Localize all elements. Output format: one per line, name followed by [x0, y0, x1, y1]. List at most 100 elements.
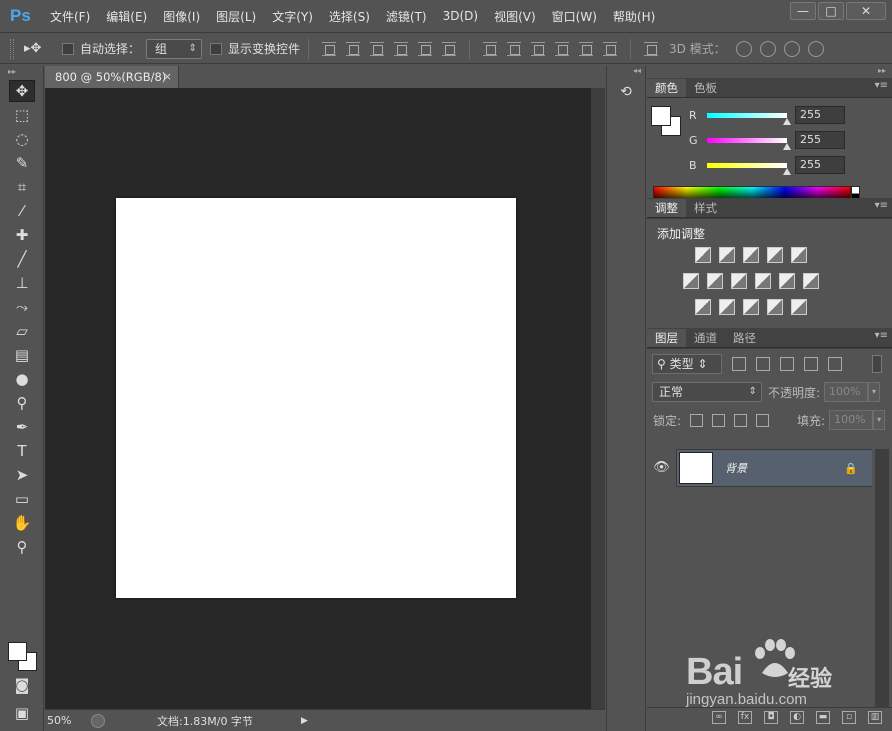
menu-window[interactable]: 窗口(W) [552, 8, 597, 25]
eye-icon[interactable]: 👁 [647, 449, 677, 487]
blur-tool-icon[interactable]: ● [9, 368, 35, 390]
fill-dropdown-icon[interactable]: ▾ [873, 410, 886, 430]
distribute-bottom-icon[interactable] [531, 41, 546, 56]
brightness-contrast-icon[interactable] [695, 247, 711, 263]
panel-menu-icon[interactable]: ▾≡ [875, 200, 888, 211]
vertical-scrollbar[interactable] [591, 88, 605, 709]
eraser-tool-icon[interactable]: ▱ [9, 320, 35, 342]
hand-tool-icon[interactable]: ✋ [9, 512, 35, 534]
link-layers-icon[interactable]: ∞ [712, 711, 726, 724]
filter-adjustment-icon[interactable] [756, 357, 770, 371]
lock-transparent-icon[interactable] [690, 413, 704, 427]
foreground-color-swatch[interactable] [8, 642, 27, 661]
history-panel-icon[interactable]: ⟲ [613, 84, 639, 108]
menu-select[interactable]: 选择(S) [329, 8, 370, 25]
distribute-left-icon[interactable] [555, 41, 570, 56]
invert-icon[interactable] [695, 299, 711, 315]
levels-icon[interactable] [719, 247, 735, 263]
new-adjustment-layer-icon[interactable]: ◐ [790, 711, 804, 724]
layer-thumbnail[interactable] [679, 452, 713, 484]
options-bar-grip[interactable] [10, 38, 14, 59]
dock-collapse-icon[interactable]: ◂◂ [607, 66, 645, 78]
document-tab[interactable]: 800 @ 50%(RGB/8) × [45, 66, 179, 88]
green-value-field[interactable]: 255 [795, 131, 845, 149]
black-white-icon[interactable] [731, 273, 747, 289]
eyedropper-tool-icon[interactable]: ⁄ [9, 200, 35, 222]
auto-select-dropdown[interactable]: 组 [146, 38, 203, 59]
opacity-field[interactable]: 100% [824, 382, 869, 402]
minimize-button[interactable]: — [790, 2, 816, 20]
layer-name[interactable]: 背景 [725, 460, 844, 476]
close-button[interactable]: ✕ [846, 2, 886, 20]
maximize-button[interactable]: □ [818, 2, 844, 20]
lock-position-icon[interactable] [734, 413, 748, 427]
menu-help[interactable]: 帮助(H) [613, 8, 655, 25]
threshold-icon[interactable] [743, 299, 759, 315]
canvas[interactable] [116, 198, 516, 598]
layer-row[interactable]: 👁 背景 🔒 [647, 449, 872, 487]
green-slider[interactable] [707, 137, 791, 150]
zoom-level[interactable]: 50% [47, 714, 91, 727]
dodge-tool-icon[interactable]: ⚲ [9, 392, 35, 414]
menu-layer[interactable]: 图层(L) [216, 8, 256, 25]
quick-mask-icon[interactable]: ◙ [9, 674, 35, 696]
panel-menu-icon[interactable]: ▾≡ [875, 80, 888, 91]
layer-filter-dropdown[interactable]: ⚲ 类型 ⇕ [652, 354, 722, 374]
blend-mode-dropdown[interactable]: 正常 [652, 382, 762, 402]
menu-image[interactable]: 图像(I) [163, 8, 200, 25]
menu-filter[interactable]: 滤镜(T) [386, 8, 427, 25]
tab-swatches[interactable]: 色板 [686, 79, 725, 97]
show-transform-checkbox[interactable] [210, 42, 223, 55]
posterize-icon[interactable] [719, 299, 735, 315]
tab-paths[interactable]: 路径 [725, 329, 764, 347]
align-right-icon[interactable] [442, 41, 457, 56]
tab-styles[interactable]: 样式 [686, 199, 725, 217]
align-left-icon[interactable] [394, 41, 409, 56]
filter-pixel-icon[interactable] [732, 357, 746, 371]
3d-drag-icon[interactable] [783, 40, 800, 57]
panel-menu-icon[interactable]: ▾≡ [875, 330, 888, 341]
red-slider-thumb[interactable] [783, 117, 791, 125]
lock-all-icon[interactable] [756, 413, 770, 427]
menu-3d[interactable]: 3D(D) [443, 9, 478, 23]
auto-align-icon[interactable] [644, 41, 659, 56]
selective-color-icon[interactable] [767, 299, 783, 315]
distribute-top-icon[interactable] [483, 41, 498, 56]
green-slider-thumb[interactable] [783, 142, 791, 150]
align-hcenter-icon[interactable] [418, 41, 433, 56]
hue-saturation-icon[interactable] [683, 273, 699, 289]
opacity-dropdown-icon[interactable]: ▾ [868, 382, 881, 402]
move-tool-preset-icon[interactable]: ▸✥ [24, 39, 54, 59]
menu-type[interactable]: 文字(Y) [272, 8, 313, 25]
close-document-icon[interactable]: × [163, 66, 172, 88]
filter-shape-icon[interactable] [804, 357, 818, 371]
lock-image-icon[interactable] [712, 413, 726, 427]
clone-stamp-tool-icon[interactable]: ⊥ [9, 272, 35, 294]
type-tool-icon[interactable]: T [9, 440, 35, 462]
filter-type-icon[interactable] [780, 357, 794, 371]
vibrance-icon[interactable] [791, 247, 807, 263]
3d-rotate-icon[interactable] [735, 40, 752, 57]
pen-tool-icon[interactable]: ✒ [9, 416, 35, 438]
delete-layer-icon[interactable]: ▥ [868, 711, 882, 724]
marquee-tool-icon[interactable]: ⬚ [9, 104, 35, 126]
path-selection-tool-icon[interactable]: ➤ [9, 464, 35, 486]
3d-roll-icon[interactable] [759, 40, 776, 57]
rectangle-tool-icon[interactable]: ▭ [9, 488, 35, 510]
align-top-icon[interactable] [322, 41, 337, 56]
curves-icon[interactable] [743, 247, 759, 263]
blue-slider[interactable] [707, 162, 791, 175]
new-group-icon[interactable]: ▬ [816, 711, 830, 724]
filter-smart-object-icon[interactable] [828, 357, 842, 371]
gradient-tool-icon[interactable]: ▤ [9, 344, 35, 366]
history-brush-tool-icon[interactable]: ⤳ [9, 296, 35, 318]
blue-slider-thumb[interactable] [783, 167, 791, 175]
blue-value-field[interactable]: 255 [795, 156, 845, 174]
auto-select-checkbox[interactable] [62, 42, 74, 55]
screen-mode-icon[interactable]: ▣ [9, 702, 35, 724]
status-menu-arrow-icon[interactable]: ▶ [301, 716, 308, 726]
filter-toggle-switch[interactable] [872, 355, 882, 373]
gradient-map-icon[interactable] [791, 299, 807, 315]
move-tool-icon[interactable]: ✥ [9, 80, 35, 102]
menu-file[interactable]: 文件(F) [50, 8, 90, 25]
